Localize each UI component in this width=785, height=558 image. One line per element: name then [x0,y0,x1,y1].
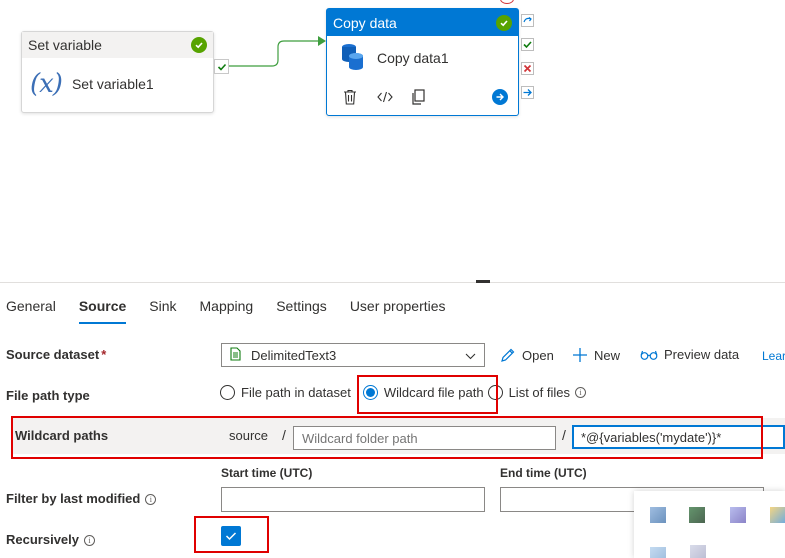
tab-mapping[interactable]: Mapping [200,290,254,324]
required-marker: * [101,347,107,362]
pipeline-canvas[interactable]: Set variable (𝑥) Set variable1 Copy data [0,0,785,282]
preview-data-button[interactable]: Preview data [640,347,739,362]
learn-more-link[interactable]: Lear [762,349,785,363]
skip-port-icon[interactable] [520,12,534,28]
highlight-recursively-checkbox [194,516,269,553]
copy-data-ports [520,12,534,108]
copy-data-activity[interactable]: Copy data Copy data1 [326,8,519,116]
chevron-down-icon [465,348,476,363]
recursively-text: Recursively [6,532,79,547]
variable-fx-icon: (𝑥) [30,69,63,99]
open-dataset-button[interactable]: Open [500,347,554,363]
open-label: Open [522,347,554,363]
panel-divider [0,282,785,283]
info-icon[interactable]: i [84,535,95,546]
clone-copy-icon[interactable] [411,87,445,107]
copy-data-body: Copy data1 [327,36,518,80]
properties-tab-strip: General Source Sink Mapping Settings Use… [0,290,785,324]
blurred-thumbnail-icon [690,545,706,558]
radio-list-of-files-label: List of files [508,385,570,400]
new-label: New [594,347,621,363]
highlight-wildcard-option [357,375,498,414]
glasses-icon [640,349,658,361]
copy-data-name: Copy data1 [377,50,449,66]
tab-user-properties[interactable]: User properties [350,290,446,324]
radio-list-of-files[interactable]: List of files i [487,385,586,400]
delimited-text-file-icon [230,346,241,364]
radio-file-path-in-dataset[interactable]: File path in dataset [220,385,351,400]
highlight-wildcard-paths [11,416,763,459]
radio-circle-icon [220,385,235,400]
activity-toolbar [327,80,518,114]
file-path-type-label: File path type [6,388,90,403]
filter-last-modified-label: Filter by last modified i [6,491,157,506]
delete-trash-icon[interactable] [343,87,377,107]
copy-data-header: Copy data [327,9,518,36]
set-variable-name: Set variable1 [71,76,154,92]
recursively-label: Recursively i [6,532,95,547]
source-dataset-dropdown[interactable]: DelimitedText3 [221,343,485,367]
tab-source[interactable]: Source [78,290,127,324]
end-time-label: End time (UTC) [500,466,587,480]
copy-data-type-label: Copy data [333,14,397,31]
success-port-icon[interactable] [520,36,534,52]
info-icon[interactable]: i [145,494,157,505]
source-dataset-label: Source dataset * [6,347,106,362]
start-time-label: Start time (UTC) [221,466,313,480]
blurred-thumbnail-icon [770,507,785,523]
on-success-port-icon[interactable] [214,59,229,74]
completion-port-icon[interactable] [520,84,534,100]
database-icon [341,43,365,74]
tab-sink[interactable]: Sink [149,290,176,324]
set-variable-body: (𝑥) Set variable1 [22,58,213,110]
failure-port-icon[interactable] [520,60,534,76]
plus-icon [572,347,588,363]
code-view-icon[interactable] [377,87,411,107]
set-variable-activity[interactable]: Set variable (𝑥) Set variable1 [21,31,214,113]
resize-grip-handle[interactable] [476,280,490,283]
success-check-icon [191,37,207,53]
blurred-thumbnail-icon [650,507,666,523]
open-activity-arrow-icon[interactable] [492,89,508,105]
filter-last-modified-text: Filter by last modified [6,491,141,506]
source-dataset-value: DelimitedText3 [251,347,337,363]
tab-general[interactable]: General [6,290,56,324]
new-dataset-button[interactable]: New [572,347,620,363]
info-icon[interactable]: i [575,387,586,398]
blurred-popup-fragment [634,491,785,558]
radio-file-path-in-dataset-label: File path in dataset [241,385,351,400]
set-variable-header: Set variable [22,32,213,58]
pencil-edit-icon [500,347,516,363]
blurred-thumbnail-icon [730,507,746,523]
source-dataset-label-text: Source dataset [6,347,100,362]
tab-settings[interactable]: Settings [276,290,327,324]
blurred-thumbnail-icon [650,547,666,558]
success-check-icon [496,14,512,31]
set-variable-type-label: Set variable [28,37,102,53]
blurred-thumbnail-icon [689,507,705,523]
start-time-input[interactable] [221,487,485,512]
preview-data-label: Preview data [664,347,740,362]
